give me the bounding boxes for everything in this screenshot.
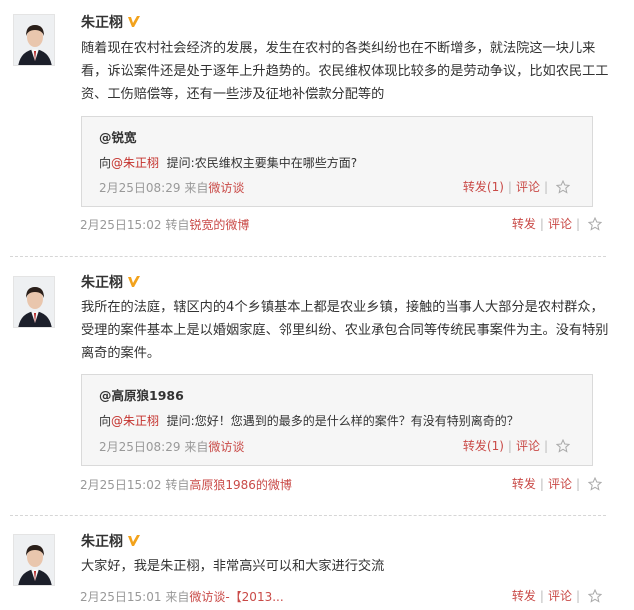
comment-button[interactable]: 评论: [548, 587, 572, 604]
source-link[interactable]: 微访谈: [208, 181, 244, 195]
separator: |: [543, 438, 548, 453]
verified-v-icon: [127, 534, 141, 548]
repost-button[interactable]: 转发(1): [463, 178, 504, 195]
quote-question: 提问:农民维权主要集中在哪些方面?: [166, 156, 358, 170]
username[interactable]: 朱正栩: [81, 531, 141, 551]
separator: |: [507, 179, 512, 194]
post-meta: 2月25日15:02 转自锐宽的微博: [80, 216, 249, 233]
post-actions: 转发 | 评论 |: [512, 475, 603, 492]
forward-prefix: 转自: [165, 478, 190, 492]
forward-prefix: 转自: [165, 218, 190, 232]
username[interactable]: 朱正栩: [81, 12, 141, 32]
comment-button[interactable]: 评论: [516, 437, 540, 454]
quote-meta: 2月25日08:29 来自微访谈: [99, 438, 244, 455]
comment-button[interactable]: 评论: [548, 475, 572, 492]
quote-prefix: 向: [99, 414, 112, 428]
separator: |: [539, 476, 544, 491]
quote-prefix: 向: [99, 156, 112, 170]
star-icon[interactable]: [555, 179, 571, 194]
post-time[interactable]: 2月25日15:02: [80, 478, 162, 492]
quote-question: 提问:您好！您遇到的最多的是什么样的案件？有没有特别离奇的？: [166, 414, 519, 428]
post-actions: 转发 | 评论 |: [512, 587, 603, 604]
post-actions: 转发 | 评论 |: [512, 215, 603, 232]
star-icon[interactable]: [587, 216, 603, 231]
quote-actions: 转发(1) | 评论 |: [463, 178, 571, 195]
post-time[interactable]: 2月25日15:01: [80, 590, 162, 604]
comment-button[interactable]: 评论: [548, 215, 572, 232]
separator: |: [507, 438, 512, 453]
post-text: 随着现在农村社会经济的发展，发生在农村的各类纠纷也在不断增多，就法院这一块儿来看…: [81, 41, 609, 102]
username-text[interactable]: 朱正栩: [81, 272, 123, 292]
verified-v-icon: [127, 15, 141, 29]
star-icon[interactable]: [587, 588, 603, 603]
quote-actions: 转发(1) | 评论 |: [463, 437, 571, 454]
post-text: 我所在的法庭，辖区内的4个乡镇基本上都是农业乡镇，接触的当事人大部分是农村群众，…: [81, 300, 609, 361]
mention-link[interactable]: @朱正栩: [111, 414, 159, 428]
source-link[interactable]: 微访谈: [208, 440, 244, 454]
mention-link[interactable]: @朱正栩: [111, 156, 159, 170]
avatar[interactable]: [13, 534, 55, 586]
source-prefix: 来自: [165, 590, 190, 604]
repost-button[interactable]: 转发: [512, 215, 536, 232]
separator: |: [543, 179, 548, 194]
username[interactable]: 朱正栩: [81, 272, 141, 292]
source-prefix: 来自: [184, 181, 209, 195]
verified-v-icon: [127, 275, 141, 289]
star-icon[interactable]: [587, 476, 603, 491]
post-time[interactable]: 2月25日15:02: [80, 218, 162, 232]
forward-from-link[interactable]: 高原狼1986的微博: [189, 478, 292, 492]
quote-text: 向@朱正栩 提问:农民维权主要集中在哪些方面?: [99, 154, 357, 171]
avatar[interactable]: [13, 14, 55, 66]
repost-button[interactable]: 转发: [512, 475, 536, 492]
quote-author[interactable]: @高原狼1986: [99, 385, 184, 404]
post-divider: [10, 515, 606, 516]
quote-text: 向@朱正栩 提问:您好！您遇到的最多的是什么样的案件？有没有特别离奇的？: [99, 412, 519, 429]
forward-from-link[interactable]: 锐宽的微博: [189, 218, 249, 232]
separator: |: [539, 216, 544, 231]
star-icon[interactable]: [555, 438, 571, 453]
source-link[interactable]: 微访谈-【2013...: [189, 590, 283, 604]
post-divider: [10, 256, 606, 257]
quoted-post: @锐宽 向@朱正栩 提问:农民维权主要集中在哪些方面? 2月25日08:29 来…: [81, 116, 593, 207]
username-text[interactable]: 朱正栩: [81, 531, 123, 551]
post-meta: 2月25日15:01 来自微访谈-【2013...: [80, 588, 284, 605]
post-meta: 2月25日15:02 转自高原狼1986的微博: [80, 476, 292, 493]
username-text[interactable]: 朱正栩: [81, 12, 123, 32]
quote-meta: 2月25日08:29 来自微访谈: [99, 179, 244, 196]
quote-time[interactable]: 2月25日08:29: [99, 181, 181, 195]
separator: |: [575, 588, 580, 603]
repost-button[interactable]: 转发: [512, 587, 536, 604]
avatar[interactable]: [13, 276, 55, 328]
source-prefix: 来自: [184, 440, 209, 454]
post-text: 大家好，我是朱正栩，非常高兴可以和大家进行交流: [81, 559, 385, 574]
quote-author[interactable]: @锐宽: [99, 127, 137, 146]
separator: |: [575, 476, 580, 491]
separator: |: [539, 588, 544, 603]
separator: |: [575, 216, 580, 231]
comment-button[interactable]: 评论: [516, 178, 540, 195]
quote-time[interactable]: 2月25日08:29: [99, 440, 181, 454]
quoted-post: @高原狼1986 向@朱正栩 提问:您好！您遇到的最多的是什么样的案件？有没有特…: [81, 374, 593, 466]
repost-button[interactable]: 转发(1): [463, 437, 504, 454]
